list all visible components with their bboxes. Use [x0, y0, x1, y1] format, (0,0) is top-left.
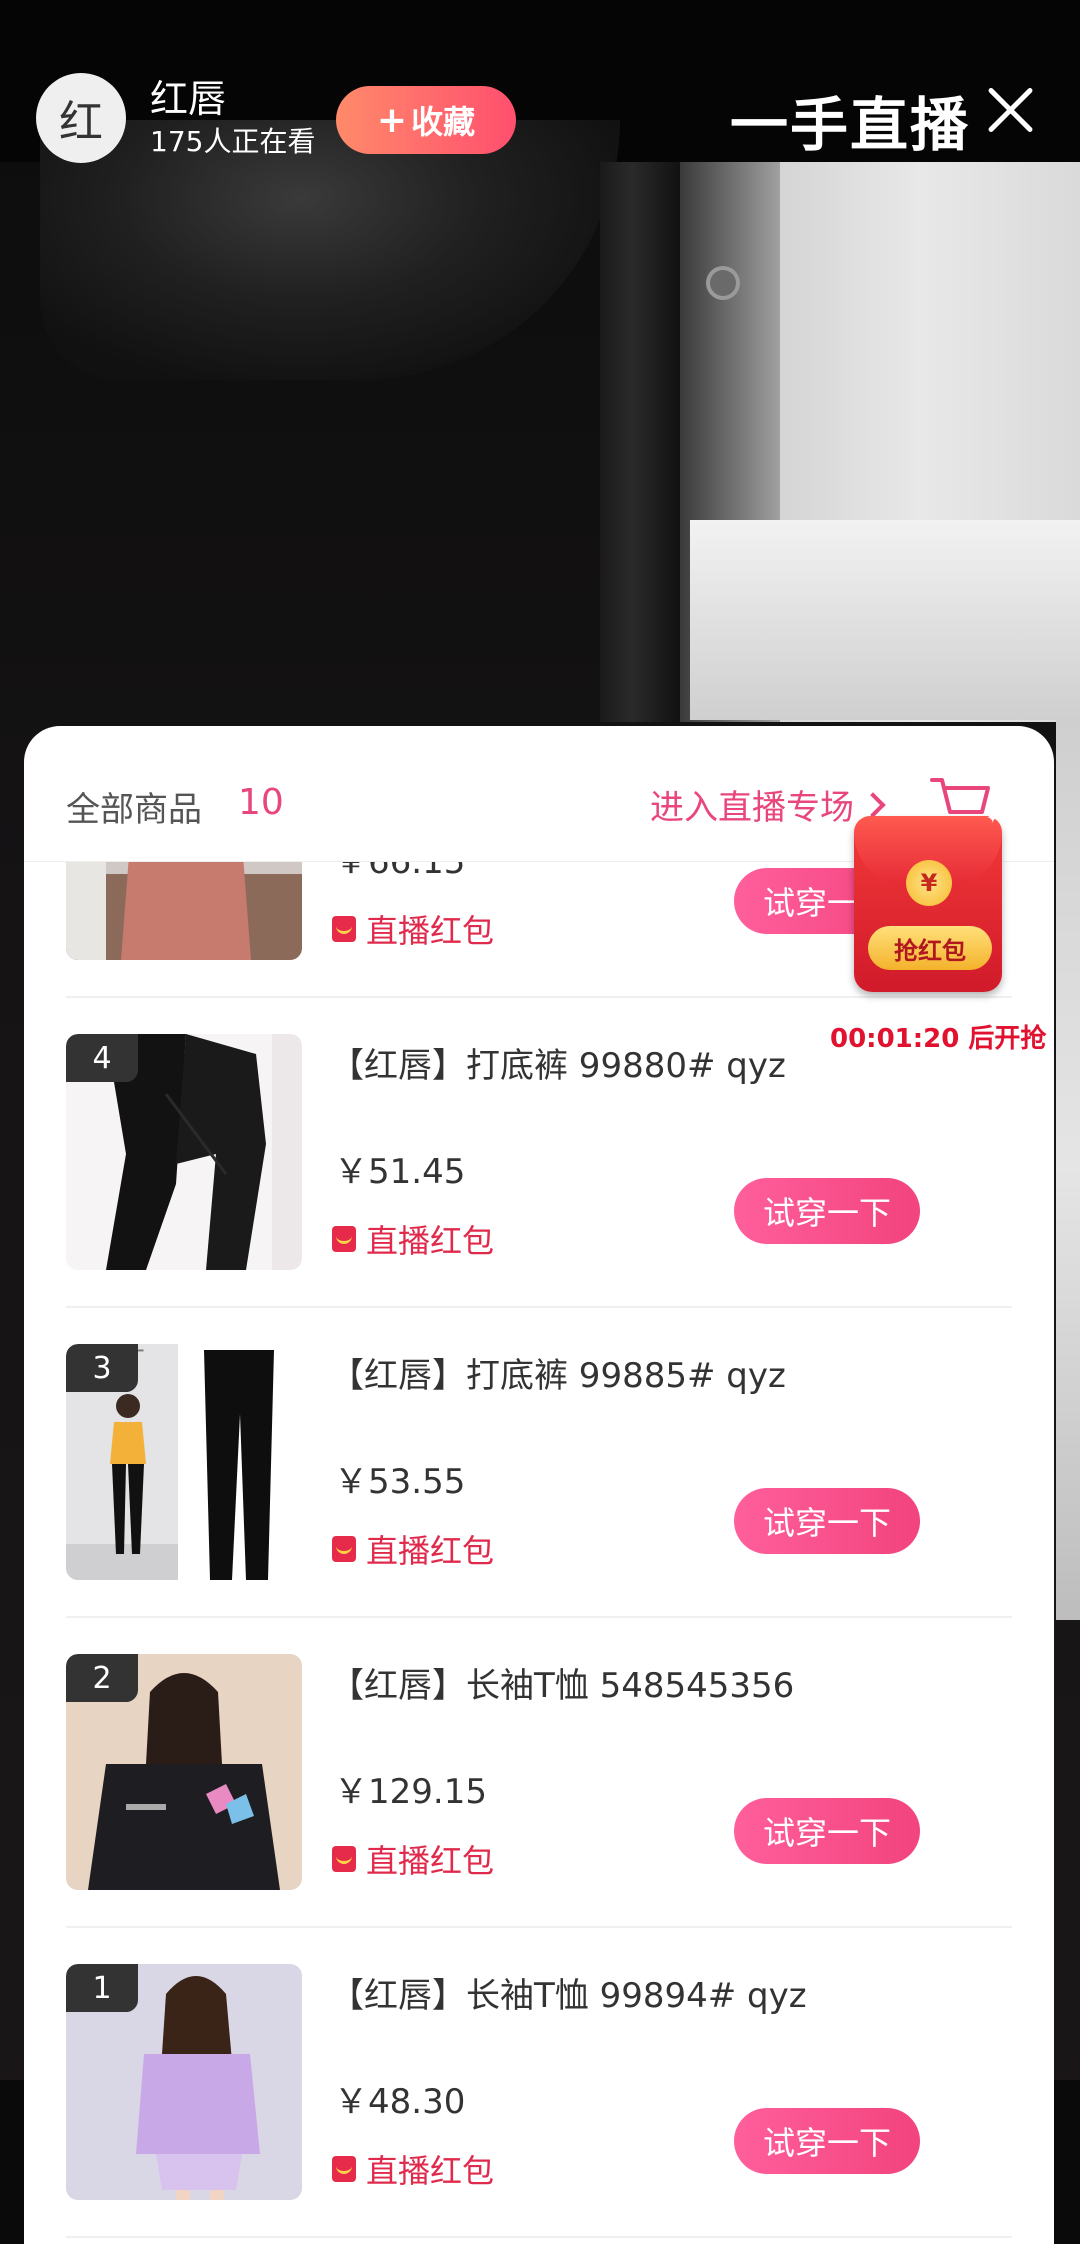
product-price: ￥48.30	[334, 2082, 466, 2122]
red-envelope-icon	[332, 1846, 356, 1872]
plus-icon: +	[376, 99, 408, 141]
all-products-label: 全部商品	[66, 790, 202, 830]
red-envelope-icon	[332, 1536, 356, 1562]
red-envelope-icon	[332, 2156, 356, 2182]
try-on-button[interactable]: 试穿一下	[734, 1178, 920, 1244]
video-bolt	[710, 270, 736, 296]
live-redpack-tag: 直播红包	[332, 1216, 494, 1262]
favorite-button-label: 收藏	[411, 103, 476, 141]
product-thumbnail[interactable]: 1	[66, 1964, 302, 2200]
try-on-button[interactable]: 试穿一下	[734, 1798, 920, 1864]
live-redpack-tag: 直播红包	[332, 1526, 494, 1572]
brand-logo: 一手直播	[730, 91, 971, 159]
live-redpack-tag: 直播红包	[332, 906, 494, 952]
redpack-label: 直播红包	[366, 1842, 495, 1880]
product-price: ￥53.55	[334, 1462, 466, 1502]
redpack-label: 直播红包	[366, 1222, 495, 1260]
rank-badge: 2	[66, 1654, 138, 1702]
anchor-name: 红唇	[150, 77, 227, 121]
video-right-strip	[1056, 720, 1080, 1620]
live-redpack-tag: 直播红包	[332, 1836, 494, 1882]
product-title[interactable]: 【红唇】长袖T恤 548545356	[330, 1658, 794, 1707]
list-item[interactable]: 1 【红唇】长袖T恤 99894# qyz ￥48.30 直播红包 试穿一下	[66, 1928, 1012, 2238]
red-envelope-icon	[332, 1226, 356, 1252]
product-thumbnail[interactable]: 2	[66, 1654, 302, 1890]
redpack-label: 直播红包	[366, 912, 495, 950]
anchor-text: 红唇 175人正在看	[150, 76, 315, 160]
list-item[interactable]: ST 3 【红唇】打底裤 99885# qyz ￥53.55 直播红包 试穿一下	[66, 1308, 1012, 1618]
product-price: ￥51.45	[334, 1152, 466, 1192]
product-thumbnail[interactable]: ST 3	[66, 1344, 302, 1580]
product-thumbnail[interactable]: 4	[66, 1034, 302, 1270]
viewer-count: 175人正在看	[150, 125, 316, 158]
product-title[interactable]: 【红唇】打底裤 99880# qyz	[330, 1038, 786, 1087]
yuan-coin-icon: ¥	[906, 860, 952, 906]
product-title[interactable]: 【红唇】长袖T恤 99894# qyz	[330, 1968, 807, 2017]
video-pillar	[600, 162, 680, 722]
favorite-button[interactable]: + 收藏	[336, 86, 516, 154]
rank-badge: 3	[66, 1344, 138, 1392]
sparkle-icon: ✦	[986, 808, 1000, 827]
enter-link-label: 进入直播专场	[650, 788, 854, 828]
product-price: ￥66.15	[334, 862, 466, 882]
red-envelope-icon	[332, 916, 356, 942]
product-count: 10	[238, 782, 284, 823]
product-price: ￥129.15	[334, 1772, 487, 1812]
list-item[interactable]: 2 【红唇】长袖T恤 548545356 ￥129.15 直播红包 试穿一下	[66, 1618, 1012, 1928]
live-redpack-tag: 直播红包	[332, 2146, 494, 2192]
rank-badge: 4	[66, 1034, 138, 1082]
redpack-label: 直播红包	[366, 2152, 495, 2190]
rank-badge: 1	[66, 1964, 138, 2012]
try-on-button[interactable]: 试穿一下	[734, 2108, 920, 2174]
product-title[interactable]: 【红唇】打底裤 99885# qyz	[330, 1348, 786, 1397]
video-shelf	[690, 520, 1080, 720]
product-list[interactable]: ￥66.15 直播红包 试穿一下 4 【红唇】打底裤 99880# qyz ￥5…	[24, 862, 1054, 2244]
product-image	[66, 862, 302, 960]
close-icon[interactable]	[980, 80, 1040, 140]
enter-live-special-link[interactable]: 进入直播专场	[650, 780, 886, 829]
avatar[interactable]: 红	[36, 73, 126, 163]
grab-red-envelope-widget[interactable]: ¥ 抢红包 ✦	[854, 808, 1004, 994]
product-thumbnail[interactable]	[66, 862, 302, 960]
grab-red-envelope-button[interactable]: 抢红包	[868, 926, 992, 970]
red-envelope-countdown: 00:01:20 后开抢	[830, 1024, 1047, 1054]
anchor-info-block[interactable]: 红 红唇 175人正在看	[36, 72, 315, 164]
try-on-button[interactable]: 试穿一下	[734, 1488, 920, 1554]
redpack-label: 直播红包	[366, 1532, 495, 1570]
